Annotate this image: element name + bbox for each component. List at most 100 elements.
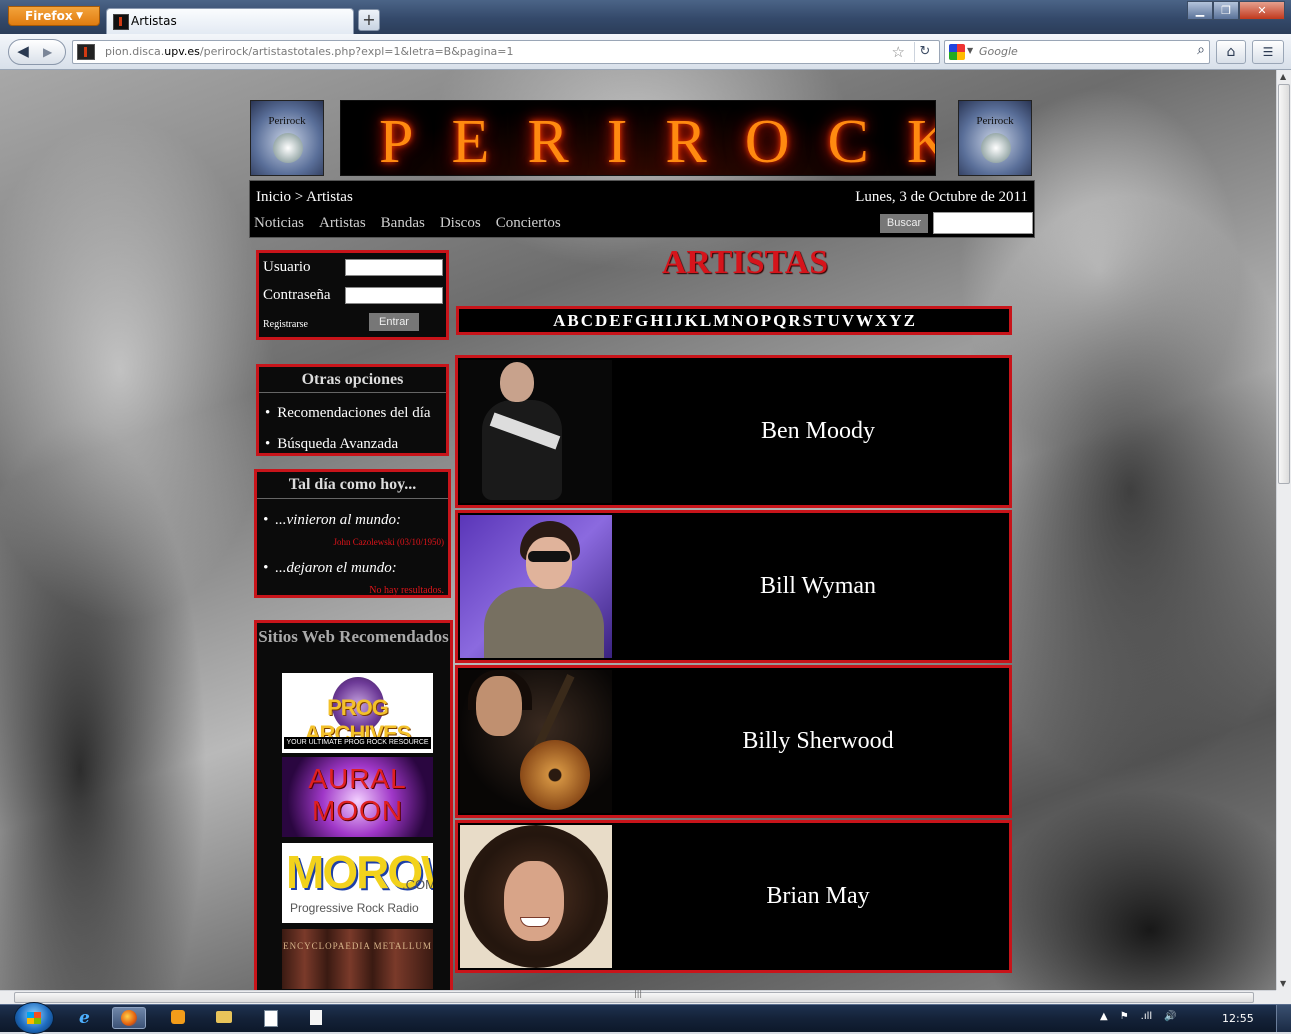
letter-link-d[interactable]: D: [595, 311, 607, 330]
perirock-logo-right[interactable]: Perirock: [958, 100, 1032, 176]
bookmark-star-icon[interactable]: ☆: [892, 43, 905, 61]
action-center-icon[interactable]: ⚑: [1120, 1011, 1129, 1022]
artist-name[interactable]: Brian May: [658, 823, 978, 970]
letter-link-w[interactable]: W: [856, 311, 873, 330]
letter-link-y[interactable]: Y: [889, 311, 901, 330]
tray-expand-icon[interactable]: ▲: [1100, 1011, 1108, 1022]
artist-card[interactable]: Brian May: [455, 820, 1012, 973]
letter-link-f[interactable]: F: [623, 311, 633, 330]
register-link[interactable]: Registrarse: [263, 319, 308, 330]
home-button[interactable]: ⌂: [1216, 40, 1246, 64]
letter-link-z[interactable]: Z: [904, 311, 915, 330]
artist-photo[interactable]: [460, 670, 612, 813]
volume-icon[interactable]: 🔊: [1164, 1011, 1176, 1022]
letter-link-l[interactable]: L: [700, 311, 711, 330]
site-identity-icon[interactable]: [77, 44, 95, 60]
start-button[interactable]: [14, 1002, 54, 1034]
letter-link-k[interactable]: K: [685, 311, 698, 330]
auralmoon-banner[interactable]: AURAL MOON: [282, 757, 433, 837]
artist-name[interactable]: Ben Moody: [658, 358, 978, 505]
letter-link-a[interactable]: A: [553, 311, 565, 330]
perirock-banner[interactable]: PERIROCK: [340, 100, 936, 176]
letter-link-x[interactable]: X: [875, 311, 887, 330]
site-search-input[interactable]: [933, 212, 1033, 234]
letter-link-i[interactable]: I: [665, 311, 672, 330]
search-input[interactable]: [977, 44, 1181, 59]
artist-photo[interactable]: [460, 360, 612, 503]
current-date: Lunes, 3 de Octubre de 2011: [855, 189, 1028, 205]
artist-name[interactable]: Billy Sherwood: [658, 668, 978, 815]
letter-link-u[interactable]: U: [827, 311, 839, 330]
letter-link-s[interactable]: S: [803, 311, 812, 330]
clock[interactable]: 12:55: [1222, 1012, 1254, 1025]
letter-link-e[interactable]: E: [609, 311, 620, 330]
born-link[interactable]: John Cazolewski (03/10/1950): [334, 537, 445, 547]
artist-name[interactable]: Bill Wyman: [658, 513, 978, 660]
letter-link-j[interactable]: J: [674, 311, 683, 330]
scroll-down-icon[interactable]: ▼: [1280, 979, 1286, 988]
letter-link-h[interactable]: H: [650, 311, 663, 330]
taskbar-notepad[interactable]: [300, 1007, 334, 1029]
letter-link-q[interactable]: Q: [773, 311, 786, 330]
taskbar-document[interactable]: [254, 1007, 288, 1029]
taskbar-explorer[interactable]: [208, 1007, 242, 1029]
letter-link-b[interactable]: B: [567, 311, 578, 330]
navigation-toolbar: ◀ ▶ pion.disca.upv.es/perirock/artistast…: [0, 34, 1291, 70]
tab-artistas[interactable]: Artistas: [106, 8, 354, 34]
nav-bandas[interactable]: Bandas: [381, 215, 425, 232]
taskbar-ie[interactable]: e: [70, 1007, 104, 1029]
horizontal-scrollbar[interactable]: |||: [0, 989, 1276, 1004]
link-busqueda-avanzada[interactable]: Búsqueda Avanzada: [265, 436, 398, 453]
progarchives-banner[interactable]: PROG ARCHIVES YOUR ULTIMATE PROG ROCK RE…: [282, 673, 433, 753]
letter-link-r[interactable]: R: [788, 311, 800, 330]
nav-discos[interactable]: Discos: [440, 215, 481, 232]
nav-noticias[interactable]: Noticias: [254, 215, 304, 232]
artist-photo[interactable]: [460, 515, 612, 658]
network-icon[interactable]: .ıll: [1141, 1011, 1153, 1022]
nav-conciertos[interactable]: Conciertos: [496, 215, 561, 232]
google-engine-icon[interactable]: [949, 44, 965, 60]
show-desktop-button[interactable]: [1276, 1005, 1291, 1032]
scroll-up-icon[interactable]: ▲: [1280, 72, 1286, 81]
firefox-menu-button[interactable]: Firefox ▼: [8, 6, 100, 26]
letter-link-o[interactable]: O: [746, 311, 759, 330]
login-button[interactable]: Entrar: [369, 313, 419, 331]
letter-link-n[interactable]: N: [731, 311, 743, 330]
metallum-banner[interactable]: ENCYCLOPAEDIA METALLUM: [282, 929, 433, 989]
letter-link-p[interactable]: P: [761, 311, 771, 330]
maximize-button[interactable]: ❐: [1213, 1, 1239, 20]
taskbar-media-player[interactable]: [162, 1007, 196, 1029]
letter-link-v[interactable]: V: [842, 311, 854, 330]
url-bar[interactable]: pion.disca.upv.es/perirock/artistastotal…: [72, 40, 940, 64]
reload-icon[interactable]: ↻: [914, 42, 935, 62]
forward-button[interactable]: ▶: [43, 41, 52, 63]
perirock-logo-left[interactable]: Perirock: [250, 100, 324, 176]
password-field[interactable]: [345, 287, 443, 304]
minimize-button[interactable]: ▁: [1187, 1, 1213, 20]
taskbar-firefox[interactable]: [112, 1007, 146, 1029]
back-button[interactable]: ◀: [12, 41, 34, 63]
breadcrumb: Inicio > Artistas: [256, 189, 353, 205]
letter-link-c[interactable]: C: [581, 311, 593, 330]
search-bar[interactable]: ▼ ⌕: [944, 40, 1210, 64]
morow-banner[interactable]: MOROW .COM Progressive Rock Radio: [282, 843, 433, 923]
new-tab-button[interactable]: +: [358, 9, 380, 31]
letter-link-m[interactable]: M: [713, 311, 729, 330]
tab-title: Artistas: [131, 14, 177, 28]
bookmarks-button[interactable]: ☰: [1252, 40, 1284, 64]
link-recomendaciones[interactable]: Recomendaciones del día: [265, 405, 430, 422]
close-window-button[interactable]: ✕: [1239, 1, 1285, 20]
user-field[interactable]: [345, 259, 443, 276]
vertical-scrollbar[interactable]: ▲ ▼: [1276, 70, 1291, 990]
vertical-scroll-thumb[interactable]: [1278, 84, 1290, 484]
nav-artistas[interactable]: Artistas: [319, 215, 366, 232]
search-icon[interactable]: ⌕: [1197, 42, 1205, 58]
letter-link-t[interactable]: T: [814, 311, 825, 330]
bookmarks-icon: ☰: [1262, 45, 1274, 59]
buscar-button[interactable]: Buscar: [880, 214, 928, 233]
artist-card[interactable]: Billy Sherwood: [455, 665, 1012, 818]
artist-card[interactable]: Bill Wyman: [455, 510, 1012, 663]
artist-card[interactable]: Ben Moody: [455, 355, 1012, 508]
letter-link-g[interactable]: G: [635, 311, 648, 330]
artist-photo[interactable]: [460, 825, 612, 968]
